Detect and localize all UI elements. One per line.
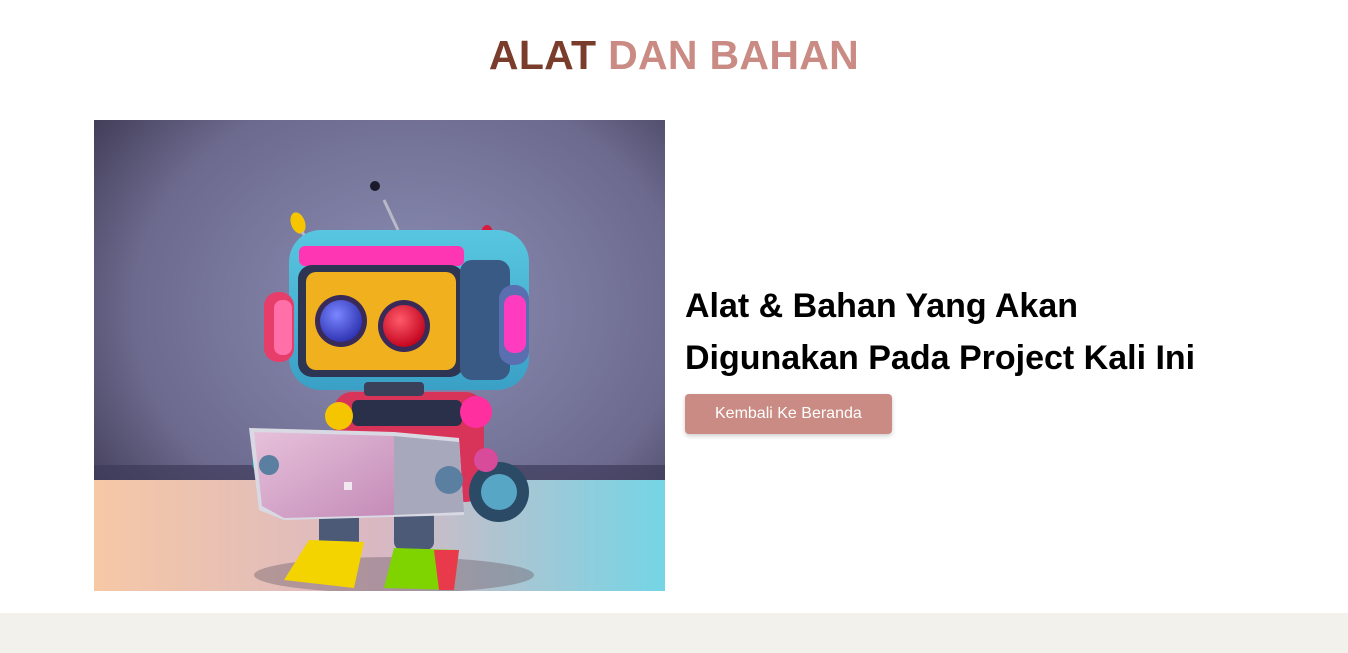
section-title-part2: DAN BAHAN	[608, 32, 860, 78]
hero-content: Alat & Bahan Yang Akan Digunakan Pada Pr…	[685, 280, 1305, 434]
page: ALAT DAN BAHAN Alat & Bahan Yang Akan Di…	[0, 0, 1348, 653]
hero-heading: Alat & Bahan Yang Akan Digunakan Pada Pr…	[685, 280, 1305, 384]
section-title-part1: ALAT	[488, 32, 597, 78]
section-title: ALAT DAN BAHAN	[0, 30, 1348, 80]
back-to-home-button[interactable]: Kembali Ke Beranda	[685, 394, 892, 434]
hero-heading-line1: Alat & Bahan Yang Akan	[685, 287, 1078, 325]
hero-heading-line2: Digunakan Pada Project Kali Ini	[685, 339, 1196, 377]
footer-band	[0, 613, 1348, 653]
hero-image	[94, 120, 665, 591]
